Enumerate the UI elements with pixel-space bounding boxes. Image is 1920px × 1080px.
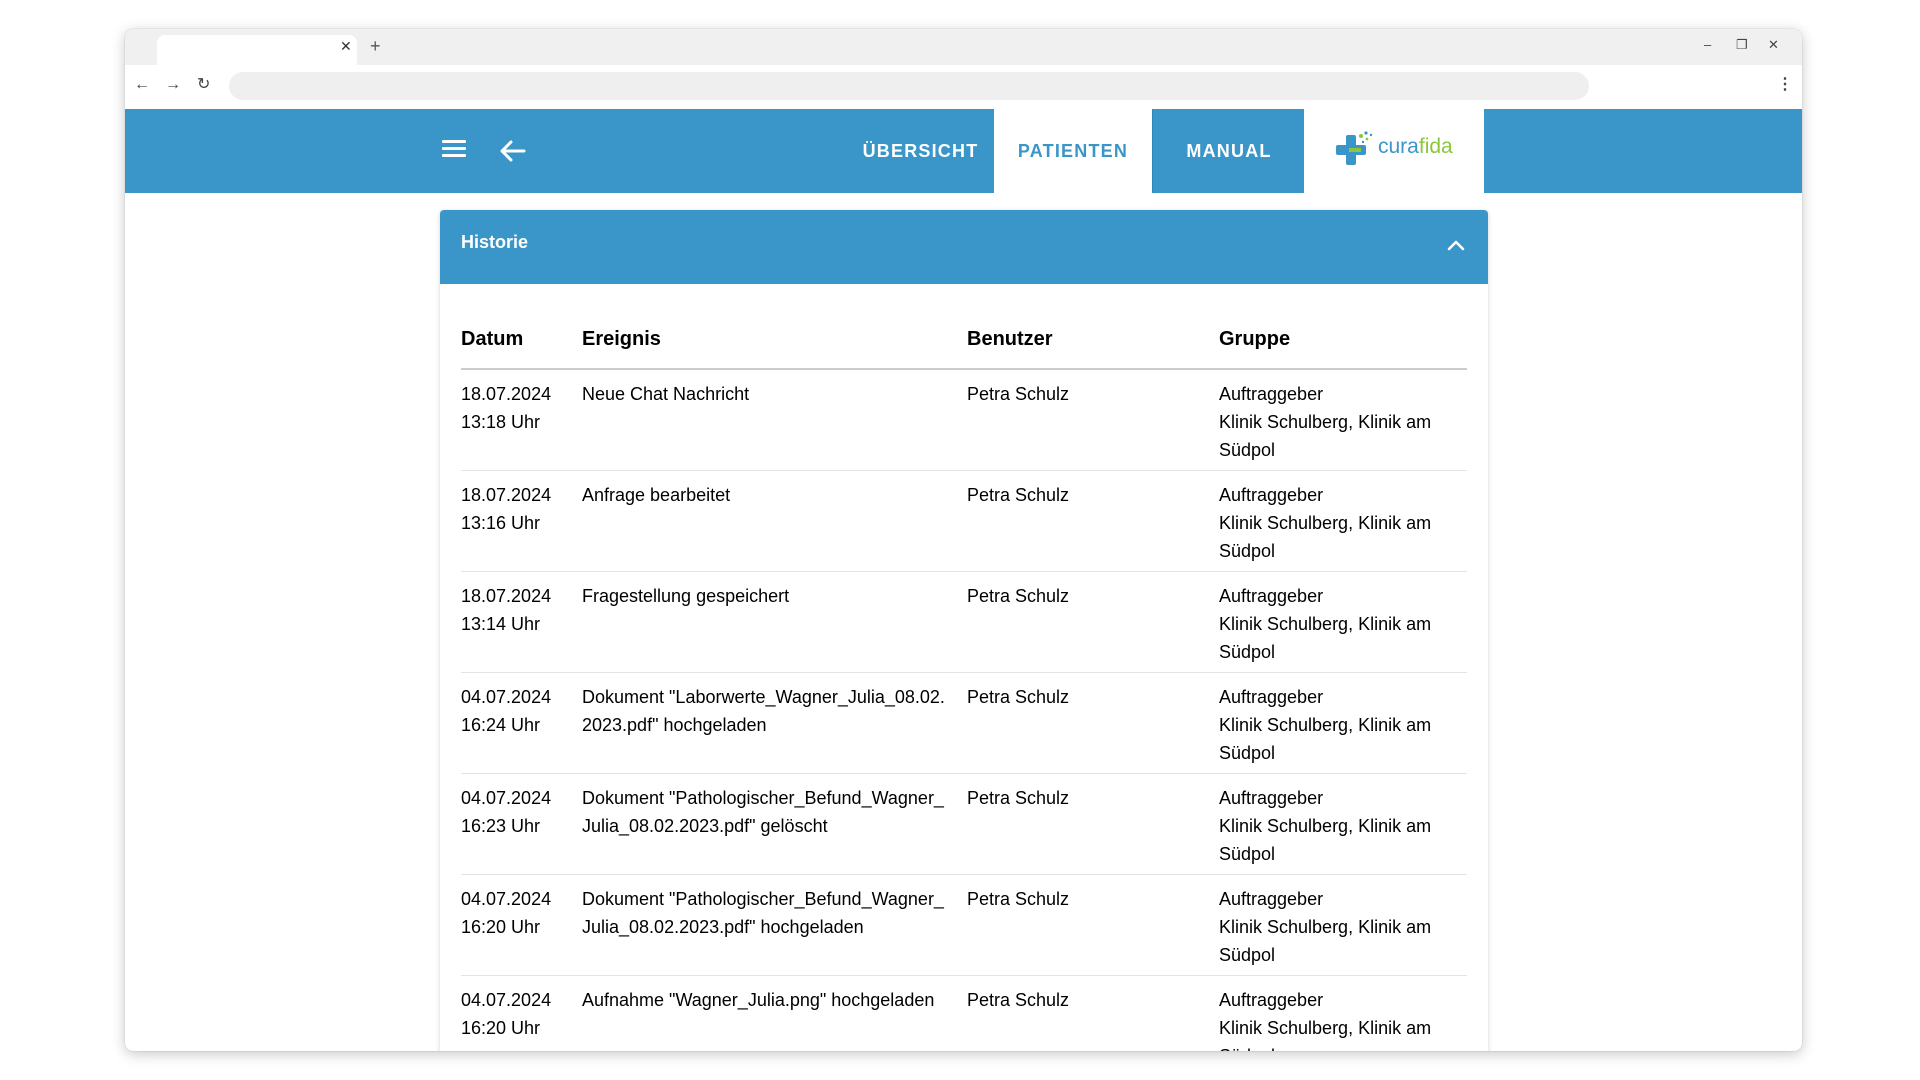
row-group-name: Klinik Schulberg, Klinik am Südpol	[1219, 614, 1432, 662]
cell-datum: 04.07.2024 16:20 Uhr	[461, 975, 582, 1051]
row-group-role: Auftraggeber	[1219, 990, 1324, 1010]
row-group-role: Auftraggeber	[1219, 586, 1324, 606]
table-row: 18.07.2024 13:14 Uhr Fragestellung gespeic…	[461, 571, 1467, 673]
cell-datum: 04.07.2024 16:20 Uhr	[461, 874, 582, 976]
row-time: 16:24 Uhr	[461, 715, 541, 735]
curafida-logo[interactable]: curafida	[1304, 109, 1484, 193]
row-group-role: Auftraggeber	[1219, 889, 1324, 909]
cell-ereignis: Dokument "Laborwerte_Wagner_Julia_08.02.…	[582, 672, 967, 774]
row-time: 16:23 Uhr	[461, 816, 541, 836]
logo-cross-icon	[1336, 131, 1373, 165]
row-time: 16:20 Uhr	[461, 917, 541, 937]
row-group-role: Auftraggeber	[1219, 788, 1324, 808]
row-group-name: Klinik Schulberg, Klinik am Südpol	[1219, 816, 1432, 864]
column-header-gruppe: Gruppe	[1219, 310, 1467, 370]
tab-strip: ✕ + – ❐ ✕	[125, 29, 1802, 65]
row-group-role: Auftraggeber	[1219, 384, 1324, 404]
reload-icon[interactable]: ↻	[197, 76, 210, 94]
cell-benutzer: Petra Schulz	[967, 369, 1219, 471]
table-row: 18.07.2024 13:16 Uhr Anfrage bearbeitet Pet…	[461, 470, 1467, 572]
table-header-row: Datum Ereignis Benutzer Gruppe	[461, 310, 1467, 370]
cell-datum: 18.07.2024 13:18 Uhr	[461, 369, 582, 471]
browser-window: ✕ + – ❐ ✕ ← → ↻ ⋮ ÜBERSICHT PATIENTEN MA…	[125, 29, 1802, 1051]
cell-gruppe: Auftraggeber Klinik Schulberg, Klinik am …	[1219, 874, 1467, 976]
cell-datum: 04.07.2024 16:24 Uhr	[461, 672, 582, 774]
cell-ereignis: Aufnahme "Wagner_Julia.png" hochgeladen	[582, 975, 967, 1051]
history-title: Historie	[461, 232, 529, 252]
history-panel: Historie Datum Ereignis Benutzer Gruppe	[440, 210, 1488, 1051]
cell-benutzer: Petra Schulz	[967, 975, 1219, 1051]
table-row: 18.07.2024 13:18 Uhr Neue Chat Nachricht Pe…	[461, 369, 1467, 471]
row-time: 13:18 Uhr	[461, 412, 541, 432]
row-time: 13:14 Uhr	[461, 614, 541, 634]
table-row: 04.07.2024 16:20 Uhr Aufnahme "Wagner_Juli…	[461, 975, 1467, 1051]
row-date: 18.07.2024	[461, 586, 552, 606]
minimize-icon[interactable]: –	[1704, 38, 1711, 52]
row-time: 16:20 Uhr	[461, 1018, 541, 1038]
restore-icon[interactable]: ❐	[1736, 38, 1748, 52]
cell-gruppe: Auftraggeber Klinik Schulberg, Klinik am …	[1219, 773, 1467, 875]
cell-gruppe: Auftraggeber Klinik Schulberg, Klinik am …	[1219, 571, 1467, 673]
logo-text: curafida	[1378, 135, 1453, 159]
tab-patienten[interactable]: PATIENTEN	[994, 109, 1152, 193]
row-time: 13:16 Uhr	[461, 513, 541, 533]
logo-text-fida: fida	[1418, 135, 1453, 158]
row-group-role: Auftraggeber	[1219, 485, 1324, 505]
cell-gruppe: Auftraggeber Klinik Schulberg, Klinik am …	[1219, 672, 1467, 774]
row-group-name: Klinik Schulberg, Klinik am Südpol	[1219, 715, 1432, 763]
cell-gruppe: Auftraggeber Klinik Schulberg, Klinik am …	[1219, 470, 1467, 572]
table-row: 04.07.2024 16:23 Uhr Dokument "Pathologisc…	[461, 773, 1467, 875]
row-group-role: Auftraggeber	[1219, 687, 1324, 707]
hamburger-menu-icon[interactable]	[442, 140, 466, 160]
column-header-datum: Datum	[461, 310, 582, 370]
cell-benutzer: Petra Schulz	[967, 672, 1219, 774]
cell-ereignis: Dokument "Pathologischer_Befund_Wagner_J…	[582, 874, 967, 976]
row-group-name: Klinik Schulberg, Klinik am Südpol	[1219, 513, 1432, 561]
tab-uebersicht[interactable]: ÜBERSICHT	[847, 109, 994, 193]
history-table: Datum Ereignis Benutzer Gruppe 18.07.202…	[461, 310, 1467, 1051]
plus-icon[interactable]: +	[370, 37, 381, 55]
cell-datum: 18.07.2024 13:16 Uhr	[461, 470, 582, 572]
kebab-menu-icon[interactable]: ⋮	[1777, 76, 1793, 94]
cell-benutzer: Petra Schulz	[967, 874, 1219, 976]
cell-benutzer: Petra Schulz	[967, 571, 1219, 673]
back-icon[interactable]: ←	[134, 76, 150, 94]
back-arrow-icon[interactable]	[498, 138, 526, 164]
row-date: 04.07.2024	[461, 990, 552, 1010]
column-header-benutzer: Benutzer	[967, 310, 1219, 370]
cell-ereignis: Anfrage bearbeitet	[582, 470, 967, 572]
table-row: 04.07.2024 16:24 Uhr Dokument "Laborwerte_…	[461, 672, 1467, 774]
cell-ereignis: Neue Chat Nachricht	[582, 369, 967, 471]
app-header: ÜBERSICHT PATIENTEN MANUAL curafida	[125, 109, 1802, 193]
row-group-name: Klinik Schulberg, Klinik am Südpol	[1219, 917, 1432, 965]
cell-datum: 18.07.2024 13:14 Uhr	[461, 571, 582, 673]
chevron-up-icon[interactable]	[1446, 238, 1466, 252]
address-bar[interactable]	[229, 72, 1589, 100]
table-row: 04.07.2024 16:20 Uhr Dokument "Pathologisc…	[461, 874, 1467, 976]
tab-manual[interactable]: MANUAL	[1152, 109, 1305, 193]
row-date: 04.07.2024	[461, 687, 552, 707]
row-date: 04.07.2024	[461, 788, 552, 808]
cell-datum: 04.07.2024 16:23 Uhr	[461, 773, 582, 875]
row-group-name: Klinik Schulberg, Klinik am Südpol	[1219, 1018, 1432, 1051]
row-date: 18.07.2024	[461, 384, 552, 404]
column-header-ereignis: Ereignis	[582, 310, 967, 370]
close-window-icon[interactable]: ✕	[1768, 38, 1779, 52]
browser-tab[interactable]	[157, 35, 357, 65]
cell-benutzer: Petra Schulz	[967, 470, 1219, 572]
logo-text-cura: cura	[1378, 135, 1419, 158]
history-panel-header[interactable]: Historie	[440, 210, 1488, 284]
row-group-name: Klinik Schulberg, Klinik am Südpol	[1219, 412, 1432, 460]
cell-gruppe: Auftraggeber Klinik Schulberg, Klinik am …	[1219, 369, 1467, 471]
close-icon[interactable]: ✕	[340, 39, 352, 53]
row-date: 04.07.2024	[461, 889, 552, 909]
forward-icon[interactable]: →	[165, 76, 181, 94]
cell-ereignis: Fragestellung gespeichert	[582, 571, 967, 673]
cell-benutzer: Petra Schulz	[967, 773, 1219, 875]
browser-toolbar: ← → ↻ ⋮	[125, 65, 1802, 109]
cell-ereignis: Dokument "Pathologischer_Befund_Wagner_J…	[582, 773, 967, 875]
cell-gruppe: Auftraggeber Klinik Schulberg, Klinik am …	[1219, 975, 1467, 1051]
row-date: 18.07.2024	[461, 485, 552, 505]
